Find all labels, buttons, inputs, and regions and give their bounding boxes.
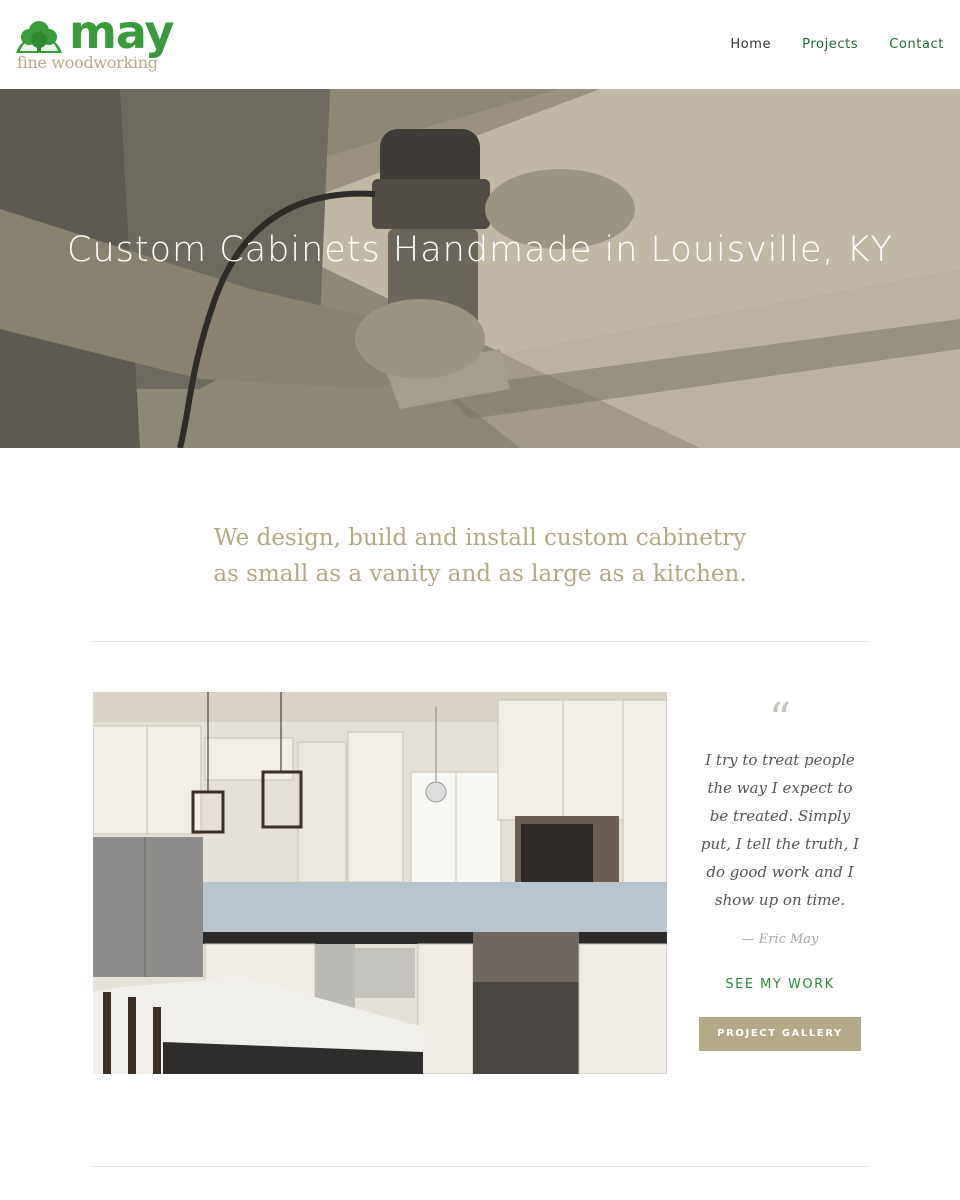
project-gallery-button[interactable]: PROJECT GALLERY [699, 1017, 861, 1051]
quote-author: — Eric May [741, 932, 819, 947]
kitchen-photo[interactable] [93, 692, 667, 1074]
site-logo[interactable]: may fine woodworking [14, 7, 189, 75]
main-nav: Home Projects Contact [730, 37, 944, 52]
nav-home[interactable]: Home [730, 37, 771, 52]
tree-logo-icon [16, 21, 62, 53]
nav-contact[interactable]: Contact [889, 37, 944, 52]
intro-statement: We design, build and install custom cabi… [0, 520, 960, 592]
see-my-work-link[interactable]: SEE MY WORK [699, 977, 861, 992]
divider-bottom [93, 1166, 867, 1167]
logo-wordmark: may [69, 5, 175, 59]
nav-projects[interactable]: Projects [802, 37, 858, 52]
intro-line-1: We design, build and install custom cabi… [213, 525, 747, 551]
kitchen-image [93, 692, 667, 1074]
hero-title: Custom Cabinets Handmade in Louisville, … [67, 230, 893, 270]
site-header: may fine woodworking Home Projects Conta… [0, 0, 960, 89]
hero-banner: Custom Cabinets Handmade in Louisville, … [0, 89, 960, 448]
quote-text: I try to treat people the way I expect t… [700, 751, 860, 909]
divider-top [93, 641, 867, 642]
quote-mark-icon: “ [768, 694, 792, 745]
testimonial: “ I try to treat people the way I expect… [699, 694, 861, 1051]
intro-line-2: as small as a vanity and as large as a k… [213, 561, 747, 587]
logo-tagline: fine woodworking [17, 53, 158, 72]
